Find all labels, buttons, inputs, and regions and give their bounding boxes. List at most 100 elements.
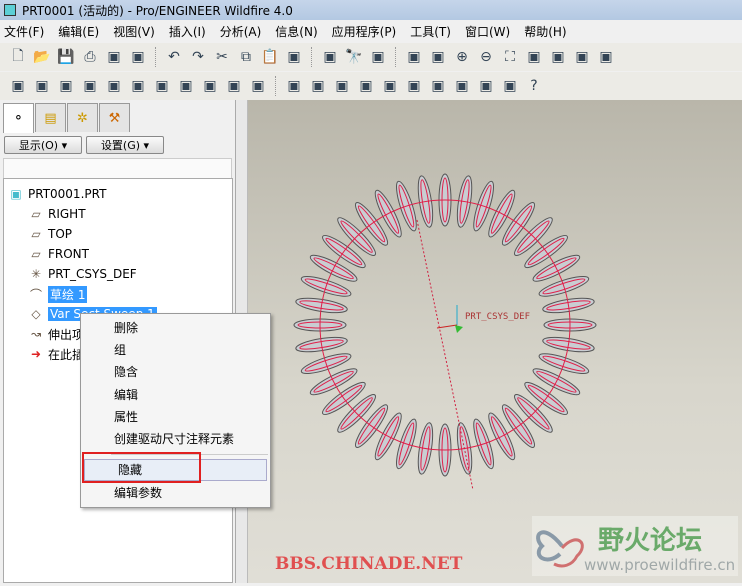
tree-item[interactable]: ▱ FRONT [4,244,232,264]
appearance-icon[interactable]: ▣ [284,76,304,96]
lights-icon[interactable]: ▣ [356,76,376,96]
undo-icon[interactable]: ↶ [164,47,184,67]
render-icon[interactable]: ▣ [332,76,352,96]
menu-item[interactable]: 应用程序(P) [332,23,397,40]
refit-icon[interactable]: ⛶ [500,47,520,67]
model-tree-settings-icon[interactable]: ▣ [596,47,616,67]
csys-label: PRT_CSYS_DEF [465,312,530,322]
tree-item-label: 伸出项 [48,327,85,342]
graphics-viewport[interactable]: PRT_CSYS_DEF [248,100,742,583]
email-link-icon[interactable]: ▣ [128,47,148,67]
select-box-icon[interactable]: ▣ [368,47,388,67]
tree-item[interactable]: ▣ PRT0001.PRT [4,184,232,204]
watermark-proewildfire: 野火论坛 www.proewildfire.cn [532,516,738,576]
measure-angle-icon[interactable]: ▣ [32,76,52,96]
spring-model: PRT_CSYS_DEF [293,173,597,491]
app-icon [4,4,16,16]
display-style-icon[interactable]: ▣ [476,76,496,96]
toolbar-bottom: ▣ ▣ ▣ ▣ ▣ ▣ ▣ ▣ ▣ ▣ ▣ ▣ ▣ ▣ ▣ ▣ ▣ ▣ ▣ ▣ ▣? [0,72,742,100]
email-icon[interactable]: ▣ [104,47,124,67]
window-title: PRT0001 (活动的) - Pro/ENGINEER Wildfire 4.… [22,3,293,18]
layers-icon[interactable]: ▣ [572,47,592,67]
watermark-name: 野火论坛 [598,526,703,556]
delete-analysis-icon[interactable]: ▣ [248,76,268,96]
query-help-icon[interactable]: ? [524,76,544,96]
room-icon[interactable]: ▣ [380,76,400,96]
highlight-annotation [82,452,201,483]
context-menu-item[interactable]: 属性 [81,405,270,427]
menu-item[interactable]: 帮助(H) [524,23,566,40]
scene-icon[interactable]: ▣ [308,76,328,96]
tab-favorites[interactable]: ✲ [67,103,98,132]
curvature-icon[interactable]: ▣ [152,76,172,96]
zoom-in-icon[interactable]: ⊕ [452,47,472,67]
tab-folder-browser[interactable]: ▤ [35,103,66,132]
redo-icon[interactable]: ↷ [188,47,208,67]
measure-distance-icon[interactable]: ▣ [8,76,28,96]
settings-button[interactable]: 设置(G) ▾ [86,136,164,154]
title-bar: PRT0001 (活动的) - Pro/ENGINEER Wildfire 4.… [0,0,742,20]
menu-item[interactable]: 插入(I) [169,23,206,40]
draft-icon[interactable]: ▣ [200,76,220,96]
context-menu-item[interactable]: 编辑参数 [81,481,270,503]
butterfly-logo [536,530,584,568]
measure-area-icon[interactable]: ▣ [56,76,76,96]
saved-views-icon[interactable]: ▣ [548,47,568,67]
tree-item-label: 草绘 1 [48,285,88,303]
color-edit-icon[interactable]: ▣ [452,76,472,96]
menu-item[interactable]: 分析(A) [220,23,262,40]
context-menu-item[interactable]: 隐含 [81,361,270,383]
surface-analysis-icon[interactable]: ▣ [128,76,148,96]
copy-icon[interactable]: ⧉ [236,47,256,67]
menu-item[interactable]: 文件(F) [4,23,44,40]
tree-item[interactable]: ✳ PRT_CSYS_DEF [4,264,232,284]
tree-item-label: RIGHT [48,207,86,221]
regenerate-icon[interactable]: ▣ [320,47,340,67]
tree-item[interactable]: ▱ RIGHT [4,204,232,224]
toolbar-separator [395,47,397,67]
sketch-icon: ⌒ [29,287,42,302]
new-icon[interactable]: 🗋 [8,47,28,67]
cut-icon[interactable]: ✂ [212,47,232,67]
menu-item[interactable]: 信息(N) [275,23,317,40]
part-icon: ▣ [10,187,22,201]
csys-z-axis [455,325,463,333]
context-menu-item[interactable]: 编辑 [81,383,270,405]
context-menu-item[interactable]: 删除 [81,316,270,338]
curve-analysis-icon[interactable]: ▣ [104,76,124,96]
shade-analysis-icon[interactable]: ▣ [176,76,196,96]
tree-item[interactable]: ⌒ 草绘 1 [4,284,232,304]
tree-filter-bar [3,158,232,180]
save-icon[interactable]: 💾 [56,47,76,67]
saved-analysis-icon[interactable]: ▣ [224,76,244,96]
toolbar-separator [311,47,313,67]
spotlight-icon[interactable]: ▣ [500,76,520,96]
menu-item[interactable]: 编辑(E) [58,23,99,40]
datum-plane-icon: ▱ [31,227,41,241]
perspective-icon[interactable]: ▣ [404,76,424,96]
measure-diameter-icon[interactable]: ▣ [80,76,100,96]
repaint-icon[interactable]: ▣ [404,47,424,67]
spin-center-icon[interactable]: ▣ [428,47,448,67]
print-icon[interactable]: ⎙ [80,47,100,67]
paste-special-icon[interactable]: ▣ [284,47,304,67]
context-menu-item[interactable]: 创建驱动尺寸注释元素 [81,427,270,449]
tab-model-tree[interactable]: ⚬ [3,103,34,133]
model-appearance-icon[interactable]: ▣ [428,76,448,96]
tree-item[interactable]: ▱ TOP [4,224,232,244]
context-menu-item[interactable]: 组 [81,338,270,360]
tab-connections[interactable]: ⚒ [99,103,130,132]
protrusion-icon: ↝ [30,327,42,341]
menu-item[interactable]: 窗口(W) [465,23,510,40]
watermark-chinade: BBS.CHINADE.NET [275,554,463,574]
orient-icon[interactable]: ▣ [524,47,544,67]
open-icon[interactable]: 📂 [32,47,52,67]
paste-icon[interactable]: 📋 [260,47,280,67]
tree-item-label: TOP [48,227,73,241]
menu-item[interactable]: 视图(V) [113,23,155,40]
datum-plane-icon: ▱ [31,207,41,221]
find-icon[interactable]: 🔭 [344,47,364,67]
zoom-out-icon[interactable]: ⊖ [476,47,496,67]
menu-item[interactable]: 工具(T) [410,23,451,40]
show-button[interactable]: 显示(O) ▾ [4,136,82,154]
